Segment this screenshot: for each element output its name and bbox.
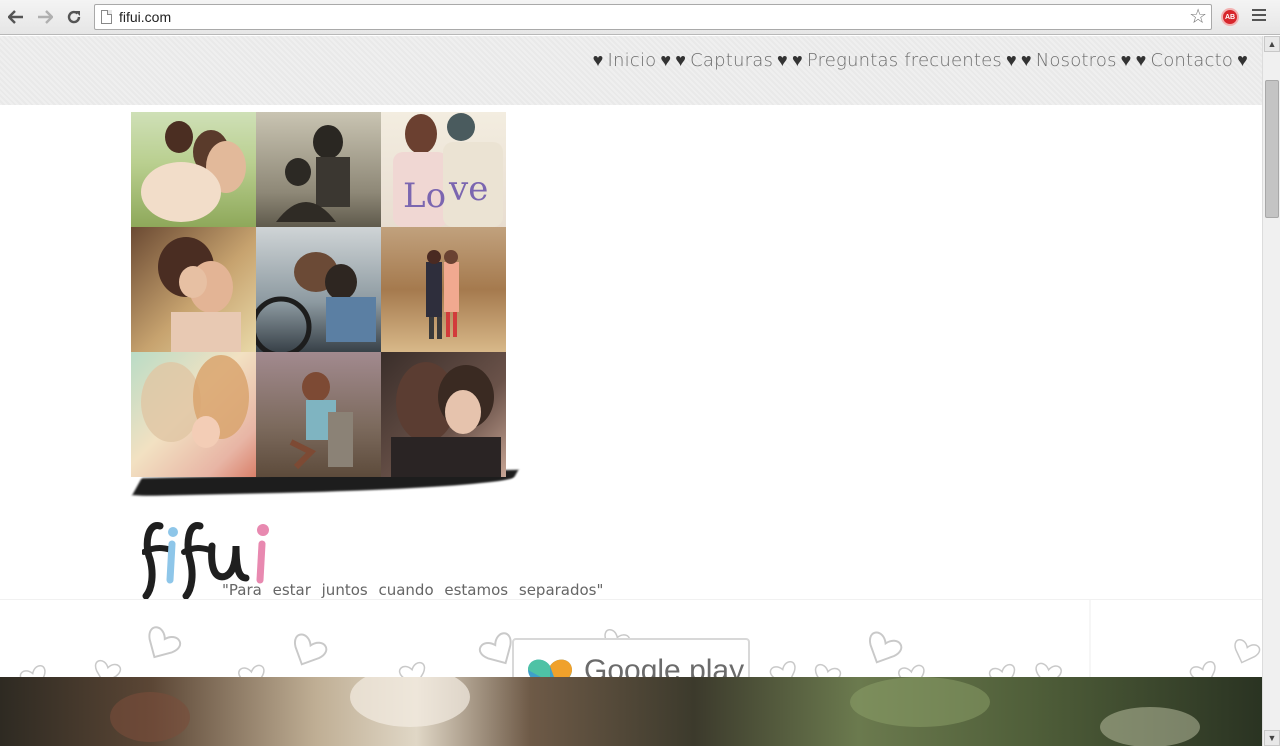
photo-collage: Lo ve bbox=[131, 112, 506, 477]
collage-photo-couple-in-car bbox=[256, 227, 381, 352]
address-bar[interactable]: fifui.com ☆ bbox=[94, 4, 1212, 30]
vertical-scrollbar[interactable]: ▲ ▼ bbox=[1262, 36, 1280, 746]
heart-icon: ♥ bbox=[1135, 50, 1147, 71]
browser-toolbar: fifui.com ☆ AB bbox=[0, 0, 1280, 35]
heart-icon: ♥ bbox=[777, 50, 788, 71]
svg-text:Lo: Lo bbox=[403, 176, 446, 216]
url-text[interactable]: fifui.com bbox=[119, 9, 171, 25]
heart-icon: ♥ bbox=[660, 50, 672, 71]
extension-badge-text: AB bbox=[1224, 13, 1236, 21]
heart-icon: ♥ bbox=[1020, 50, 1032, 71]
background-photo-strip bbox=[0, 677, 1262, 746]
star-icon[interactable]: ☆ bbox=[1189, 6, 1207, 28]
reload-icon[interactable] bbox=[63, 6, 85, 28]
page-icon bbox=[101, 10, 112, 24]
heart-icon: ♥ bbox=[675, 50, 687, 71]
page-viewport: ♥ Inicio ♥ ♥ Capturas ♥ ♥ Preguntas frec… bbox=[0, 36, 1262, 746]
scrollbar-thumb[interactable] bbox=[1265, 80, 1279, 218]
tagline: "Para estar juntos cuando estamos separa… bbox=[222, 581, 604, 599]
heart-icon: ♥ bbox=[1005, 50, 1017, 71]
scroll-down-arrow-icon[interactable]: ▼ bbox=[1264, 730, 1280, 746]
heart-icon: ♥ bbox=[1237, 50, 1248, 71]
heart-icon: ♥ bbox=[1120, 50, 1132, 71]
collage-photo-couple-soft-light bbox=[131, 352, 256, 477]
site-header: ♥ Inicio ♥ ♥ Capturas ♥ ♥ Preguntas frec… bbox=[0, 36, 1262, 105]
menu-item-preguntas-frecuentes[interactable]: Preguntas frecuentes bbox=[807, 50, 1002, 71]
svg-text:ve: ve bbox=[448, 169, 488, 209]
menu-item-capturas[interactable]: Capturas bbox=[690, 50, 773, 71]
collage-photo-couple-lift-forest bbox=[256, 352, 381, 477]
collage-photo-couple-on-grass bbox=[131, 112, 256, 227]
heart-icon: ♥ bbox=[791, 50, 803, 71]
menu-item-nosotros[interactable]: Nosotros bbox=[1036, 50, 1117, 71]
menu-item-contacto[interactable]: Contacto bbox=[1150, 50, 1233, 71]
collage-photo-couple-kiss-cheek bbox=[381, 352, 506, 477]
collage-photo-love-sweaters: Lo ve bbox=[381, 112, 506, 227]
menu-item-inicio[interactable]: Inicio bbox=[608, 50, 657, 71]
scroll-up-arrow-icon[interactable]: ▲ bbox=[1264, 36, 1280, 52]
browser-menu-icon[interactable] bbox=[1252, 9, 1266, 23]
collage-photo-couple-embrace bbox=[131, 227, 256, 352]
back-arrow-icon[interactable] bbox=[5, 6, 27, 28]
forward-arrow-icon[interactable] bbox=[34, 6, 56, 28]
main-menu: ♥ Inicio ♥ ♥ Capturas ♥ ♥ Preguntas frec… bbox=[593, 50, 1248, 71]
adblock-extension-icon[interactable]: AB bbox=[1221, 8, 1239, 26]
heart-icon: ♥ bbox=[592, 50, 604, 71]
collage-photo-couple-walking-autumn bbox=[381, 227, 506, 352]
collage-photo-vintage-couple bbox=[256, 112, 381, 227]
